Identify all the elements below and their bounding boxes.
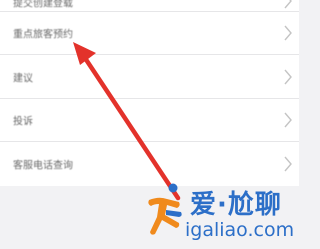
watermark-brand: 爱·尬聊 (190, 190, 282, 220)
chevron-right-icon (284, 0, 292, 8)
menu-item-label: 重点旅客预约 (13, 29, 73, 41)
menu-item-label: 客服电话查询 (13, 160, 73, 172)
menu-item-label: 投诉 (13, 116, 33, 128)
menu-item-label: 提交创建登载 (13, 0, 73, 10)
menu-item-service-phone[interactable]: 客服电话查询 (0, 142, 299, 185)
menu-item-complaint[interactable]: 投诉 (0, 99, 299, 143)
chevron-right-icon (284, 156, 292, 172)
chevron-right-icon (284, 69, 292, 85)
menu-item-priority-booking[interactable]: 重点旅客预约 (0, 12, 299, 56)
watermark-url: igaliao.com (185, 219, 295, 241)
watermark: 爱·尬聊 igaliao.com (145, 182, 295, 246)
menu-item-label: 建议 (13, 73, 33, 85)
menu-item-suggestion[interactable]: 建议 (0, 55, 299, 99)
chevron-right-icon (284, 112, 292, 128)
running-figure-logo-icon (148, 183, 182, 235)
menu-item-submit[interactable]: 提交创建登载 (0, 0, 299, 12)
chevron-right-icon (284, 25, 292, 41)
settings-menu-list: 提交创建登载 重点旅客预约 建议 投诉 客服电话查询 (0, 0, 299, 186)
